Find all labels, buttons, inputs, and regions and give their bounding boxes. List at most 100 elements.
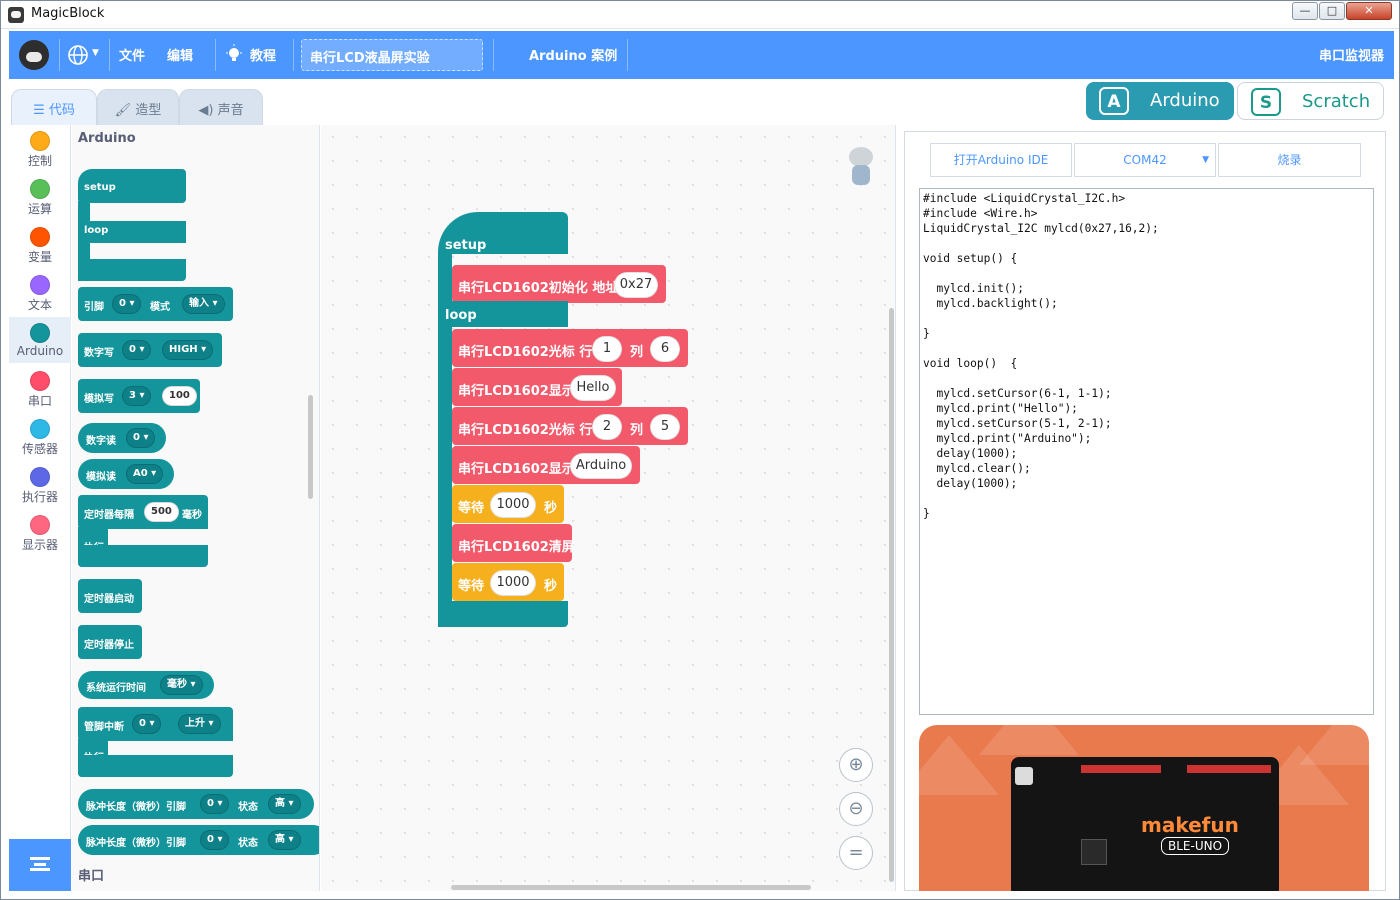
palette-dr-pin-dropdown[interactable]: 0 ▾ xyxy=(126,428,156,448)
close-button[interactable]: ✕ xyxy=(1346,2,1392,20)
category-label: 传感器 xyxy=(21,442,58,456)
cursor-col-input-2[interactable]: 5 xyxy=(650,414,680,440)
wait-block-1[interactable]: 等待 1000 秒 xyxy=(452,485,564,523)
category-operators[interactable]: 运算 xyxy=(9,173,71,219)
arduino-mode-button[interactable]: A Arduino xyxy=(1086,82,1234,120)
scratch-mode-button[interactable]: S Scratch xyxy=(1237,82,1384,120)
category-actuators[interactable]: 执行器 xyxy=(9,461,71,507)
palette-scrollbar[interactable] xyxy=(308,395,313,499)
menu-tutorial[interactable]: 教程 xyxy=(225,43,283,67)
palette-pulse-pin-dropdown[interactable]: 0 ▾ xyxy=(200,794,230,814)
print-text-input-2[interactable]: Arduino xyxy=(570,453,632,479)
tab-sound-label: 声音 xyxy=(217,103,244,118)
tab-sound[interactable]: ◀) 声音 xyxy=(179,89,263,125)
palette-digital-read-block[interactable]: 数字读 0 ▾ xyxy=(78,423,166,453)
cursor-row-input-2[interactable]: 2 xyxy=(592,414,622,440)
workspace-horizontal-scrollbar[interactable] xyxy=(451,885,811,890)
maximize-button[interactable]: □ xyxy=(1319,2,1345,20)
palette-pi-edge-dropdown[interactable]: 上升 ▾ xyxy=(178,714,221,734)
palette-state-dropdown[interactable]: 高 ▾ xyxy=(268,794,301,814)
palette-loop-block[interactable]: loop xyxy=(78,221,186,243)
arduino-mode-icon: A xyxy=(1099,87,1129,115)
category-text[interactable]: 文本 xyxy=(9,269,71,315)
palette-state2-dropdown[interactable]: 高 ▾ xyxy=(268,830,301,850)
workspace-vertical-scrollbar[interactable] xyxy=(889,308,894,882)
lcd-address-input[interactable]: 0x27 xyxy=(614,272,658,298)
palette-interrupt-block[interactable]: 管脚中断 0 ▾ 上升 ▾ xyxy=(78,707,233,741)
menu-edit[interactable]: 编辑 xyxy=(167,45,193,64)
palette-pin-dropdown[interactable]: 0 ▾ xyxy=(112,294,142,314)
lcd-print-block-2[interactable]: 串行LCD1602显示 Arduino xyxy=(452,446,640,484)
palette-analog-write-block[interactable]: 模拟写 3 ▾ 100 xyxy=(78,379,200,413)
palette-timer-start-block[interactable]: 定时器启动 xyxy=(78,579,142,613)
palette-timer-stop-block[interactable]: 定时器停止 xyxy=(78,625,142,659)
project-name-input[interactable]: 串行LCD液晶屏实验 xyxy=(301,39,483,71)
lcd-cursor-block-1[interactable]: 串行LCD1602光标 行 1 列 6 xyxy=(452,329,688,367)
minimize-button[interactable]: — xyxy=(1292,2,1318,20)
open-arduino-ide-button[interactable]: 打开Arduino IDE xyxy=(930,143,1072,177)
cursor-col-input-1[interactable]: 6 xyxy=(650,336,680,362)
wait-input-2[interactable]: 1000 xyxy=(490,570,536,596)
tab-code[interactable]: ☰ 代码 xyxy=(11,89,97,125)
category-label: 显示器 xyxy=(21,538,58,552)
category-control[interactable]: 控制 xyxy=(9,125,71,171)
palette-pulse2-block[interactable]: 脉冲长度（微秒）引脚 0 ▾ 状态 高 ▾ xyxy=(78,825,319,855)
upload-button[interactable]: 烧录 xyxy=(1218,143,1361,177)
code-icon: ☰ xyxy=(33,103,45,118)
code-workspace[interactable]: setup 串行LCD1602初始化 地址 0x27 loop 串行LCD160… xyxy=(321,125,896,891)
palette-runtime-unit-dropdown[interactable]: 毫秒 ▾ xyxy=(160,675,203,695)
palette-mode-dropdown[interactable]: 输入 ▾ xyxy=(182,294,225,314)
palette-analog-read-block[interactable]: 模拟读 A0 ▾ xyxy=(78,459,174,489)
palette-state2-label: 状态 xyxy=(238,838,258,849)
cursor-col-label-1: 列 xyxy=(630,345,644,360)
lcd-init-block[interactable]: 串行LCD1602初始化 地址 0x27 xyxy=(452,265,666,303)
port-select[interactable]: COM42 ▼ xyxy=(1074,143,1216,177)
zoom-in-button[interactable]: ⊕ xyxy=(839,748,873,782)
category-label: 控制 xyxy=(27,154,52,168)
category-arduino[interactable]: Arduino xyxy=(9,317,71,363)
palette-dw-value-dropdown[interactable]: HIGH ▾ xyxy=(162,340,214,360)
setup-hat-block[interactable]: setup xyxy=(438,212,568,254)
language-button[interactable]: ▼ xyxy=(67,43,103,67)
wait-input-1[interactable]: 1000 xyxy=(490,492,536,518)
lcd-clear-block[interactable]: 串行LCD1602清屏 xyxy=(452,524,575,562)
lcd-print-block-1[interactable]: 串行LCD1602显示 Hello xyxy=(452,368,622,406)
category-variables[interactable]: 变量 xyxy=(9,221,71,267)
wait-block-2[interactable]: 等待 1000 秒 xyxy=(452,563,564,601)
code-editor[interactable]: #include <LiquidCrystal_I2C.h> #include … xyxy=(919,188,1374,715)
palette-pi-pin-dropdown[interactable]: 0 ▾ xyxy=(132,714,162,734)
palette-timer-ms-input[interactable]: 500 xyxy=(144,502,179,522)
category-label: 变量 xyxy=(27,250,52,264)
palette-aw-value-input[interactable]: 100 xyxy=(162,386,197,406)
palette-ar-pin-dropdown[interactable]: A0 ▾ xyxy=(126,464,164,484)
menu-file[interactable]: 文件 xyxy=(119,45,145,64)
palette-digital-write-label: 数字写 xyxy=(84,348,114,359)
category-sensors[interactable]: 传感器 xyxy=(9,413,71,459)
palette-pulse-block[interactable]: 脉冲长度（微秒）引脚 0 ▾ 状态 高 ▾ xyxy=(78,789,314,819)
cursor-row-input-1[interactable]: 1 xyxy=(592,336,622,362)
print-text-input-1[interactable]: Hello xyxy=(570,375,616,401)
palette-setup-block[interactable]: setup xyxy=(78,169,186,203)
add-extension-button[interactable] xyxy=(9,839,71,891)
palette-ms-label: 毫秒 xyxy=(182,510,202,521)
zoom-out-button[interactable]: ⊖ xyxy=(839,792,873,826)
palette-dw-pin-dropdown[interactable]: 0 ▾ xyxy=(122,340,152,360)
palette-title: Arduino xyxy=(78,131,136,146)
palette-runtime-label: 系统运行时间 xyxy=(86,683,146,694)
palette-digital-write-block[interactable]: 数字写 0 ▾ HIGH ▾ xyxy=(78,333,222,367)
serial-monitor-button[interactable]: 串口监视器 xyxy=(1319,45,1384,64)
menu-arduino-examples[interactable]: Arduino 案例 xyxy=(529,45,617,64)
palette-runtime-block[interactable]: 系统运行时间 毫秒 ▾ xyxy=(78,671,214,699)
category-serial[interactable]: 串口 xyxy=(9,365,71,411)
zoom-reset-button[interactable]: = xyxy=(839,836,873,870)
palette-pulse2-pin-dropdown[interactable]: 0 ▾ xyxy=(200,830,230,850)
category-displays[interactable]: 显示器 xyxy=(9,509,71,555)
palette-aw-pin-dropdown[interactable]: 3 ▾ xyxy=(122,386,152,406)
palette-timer-block[interactable]: 定时器每隔 500 毫秒 xyxy=(78,495,208,529)
loop-block[interactable]: loop xyxy=(438,301,568,327)
lcd-cursor-block-2[interactable]: 串行LCD1602光标 行 2 列 5 xyxy=(452,407,688,445)
tab-costume[interactable]: 🖌 造型 xyxy=(97,89,179,125)
category-dot xyxy=(30,515,50,535)
palette-pin-mode-block[interactable]: 引脚 0 ▾ 模式 输入 ▾ xyxy=(78,287,233,321)
scratch-mode-icon: S xyxy=(1251,88,1281,116)
